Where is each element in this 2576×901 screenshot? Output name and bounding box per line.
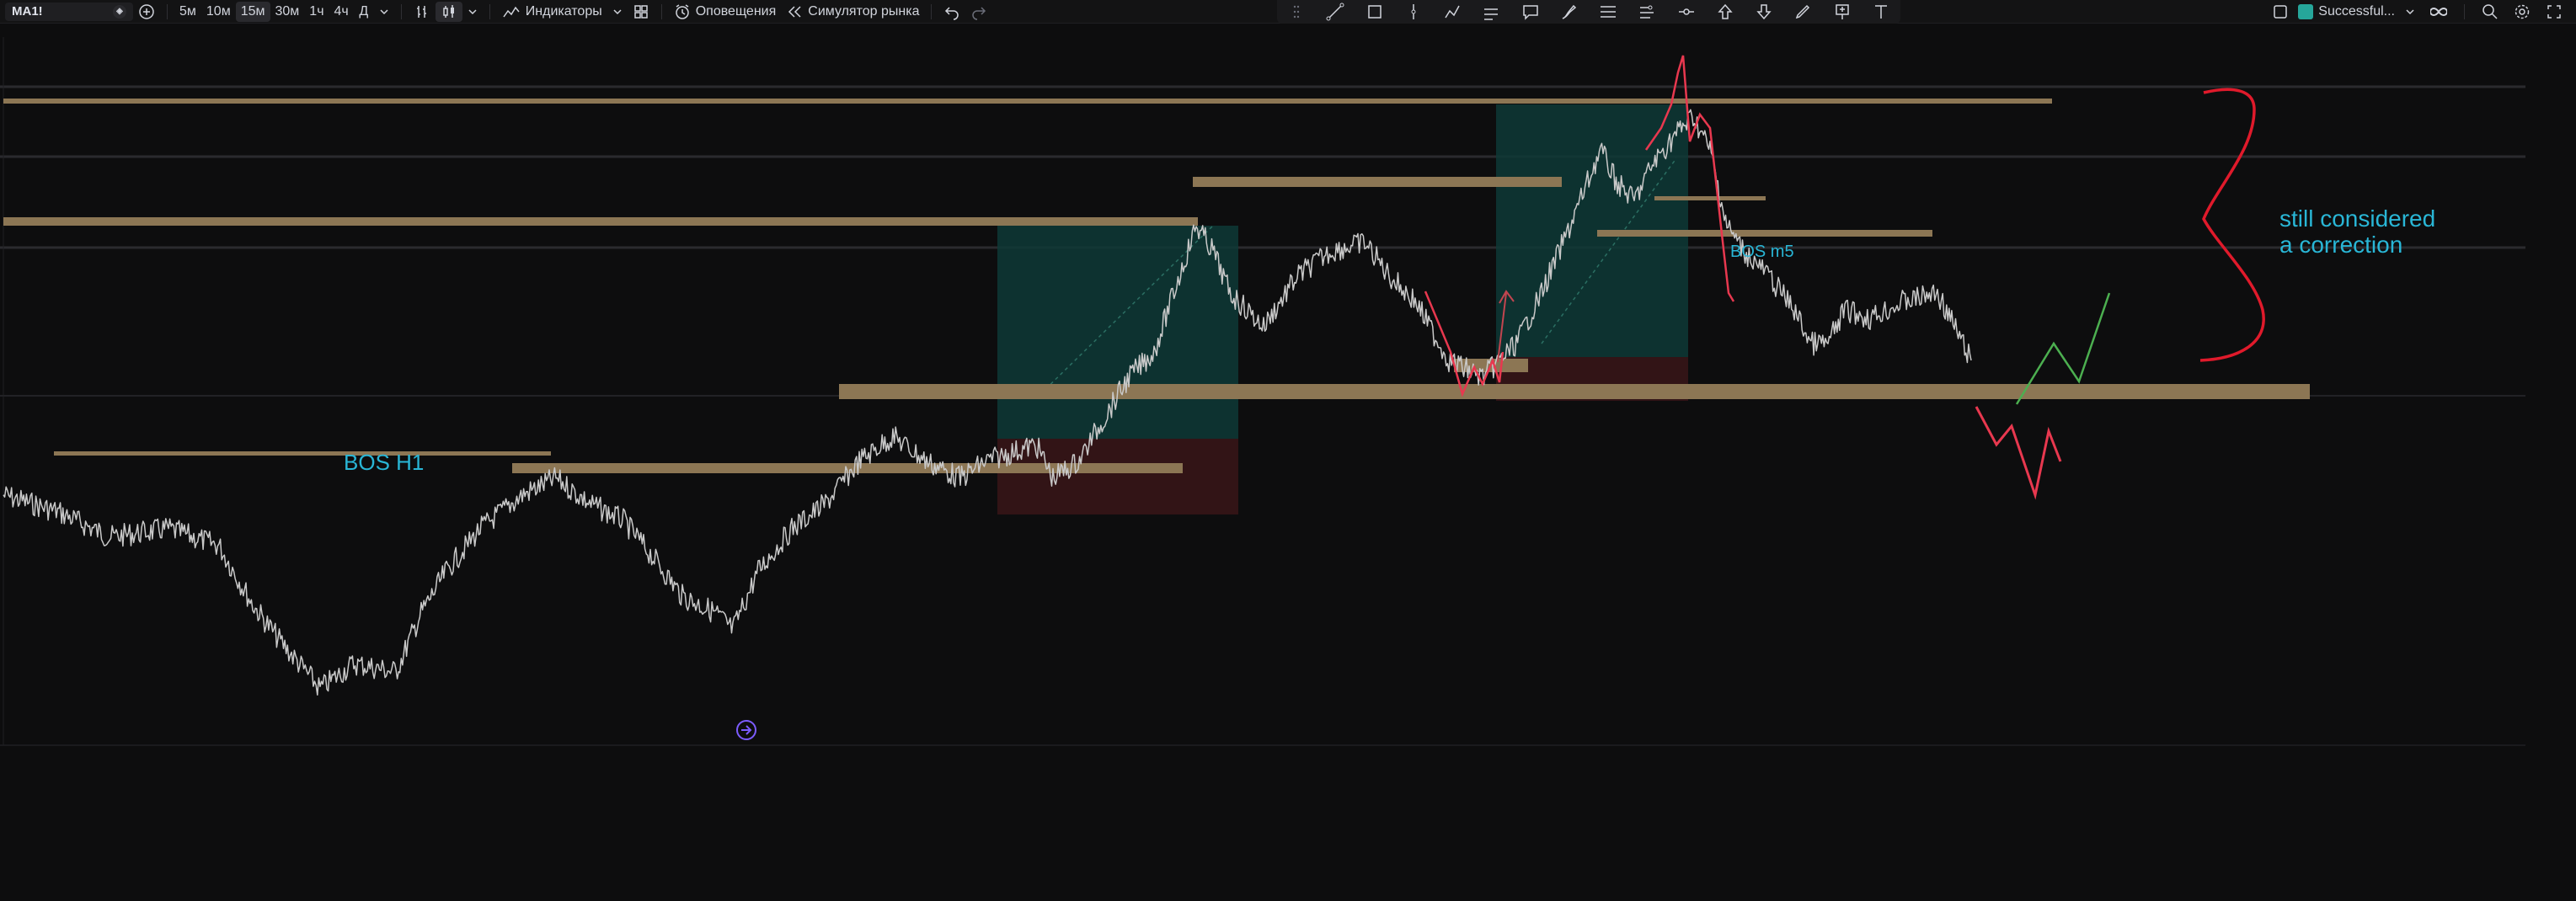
toolbar-divider <box>489 3 490 19</box>
bar-style-icon[interactable] <box>409 2 436 22</box>
right-toolbar: Successful... <box>2268 0 2576 24</box>
level-line[interactable] <box>1654 196 1766 200</box>
candles-icon[interactable] <box>435 1 462 22</box>
undo-icon[interactable] <box>938 2 965 22</box>
symbol-search[interactable]: MA1! ◈ <box>5 2 133 21</box>
vertical-line-icon[interactable] <box>1402 2 1425 22</box>
drag-handle-icon[interactable] <box>1285 2 1308 22</box>
trendline-icon[interactable] <box>1323 2 1347 22</box>
timeframe-15m[interactable]: 15м <box>235 1 270 22</box>
toolbar-divider <box>167 3 168 19</box>
chart-area[interactable]: BOS H1 BOS m5 still considered a correct… <box>0 24 2576 897</box>
alerts-label: Оповещения <box>695 3 777 19</box>
replay-icon <box>788 5 801 18</box>
level-line[interactable] <box>1597 230 1932 237</box>
replay-marker-arrow <box>741 725 752 735</box>
pen-icon[interactable] <box>1791 2 1814 22</box>
annotation-correction-line1: still considered <box>2279 205 2436 232</box>
layout-name-label: Successful... <box>2318 4 2395 19</box>
parallel-icon[interactable] <box>1479 2 1503 22</box>
symbol-group: MA1! ◈ 5м 10м 15м 30м 1ч 4ч Д Индикаторы <box>0 0 992 24</box>
replay-label: Симулятор рынка <box>808 3 920 19</box>
toolbar-divider <box>660 3 662 19</box>
arrow-down-icon[interactable] <box>1752 2 1776 22</box>
brush-icon[interactable] <box>1558 2 1581 22</box>
level-line[interactable] <box>54 451 551 456</box>
symbol-label: MA1! <box>12 4 43 19</box>
position-zones <box>997 104 1688 514</box>
timeframe-4h[interactable]: 4ч <box>329 2 354 22</box>
compare-plus-icon[interactable] <box>133 2 160 22</box>
annotation-bos-h1[interactable]: BOS H1 <box>344 450 424 475</box>
callout-icon[interactable] <box>1519 2 1542 22</box>
annotation-correction[interactable]: still considered a correction <box>2279 205 2435 258</box>
level-line[interactable] <box>1193 177 1562 187</box>
layout-logo-icon <box>2298 4 2314 19</box>
timeframe-1h[interactable]: 1ч <box>304 2 329 22</box>
pin-icon[interactable] <box>1830 2 1854 22</box>
top-toolbar: MA1! ◈ 5м 10м 15м 30м 1ч 4ч Д Индикаторы <box>0 0 2576 24</box>
arrow-up-icon[interactable] <box>1713 2 1737 22</box>
chevron-down-icon[interactable] <box>462 2 483 22</box>
level-line[interactable] <box>839 384 2310 399</box>
pitchfork-icon[interactable] <box>1635 2 1659 22</box>
chevron-down-icon[interactable] <box>2400 2 2420 22</box>
timeframe-10m[interactable]: 10м <box>201 2 236 22</box>
indicators-label: Индикаторы <box>525 3 602 19</box>
path-icon[interactable] <box>1440 2 1464 22</box>
text-icon[interactable] <box>1869 2 1893 22</box>
chevron-down-icon[interactable] <box>374 2 394 22</box>
drawn-projection-down[interactable] <box>1975 406 2062 500</box>
rectangle-icon[interactable] <box>1363 2 1387 22</box>
timeframe-5m[interactable]: 5м <box>174 2 201 22</box>
short-zone[interactable] <box>997 439 1238 514</box>
annotation-bos-m5[interactable]: BOS m5 <box>1730 239 1794 264</box>
templates-icon[interactable] <box>628 2 655 22</box>
indicators-button[interactable]: Индикаторы <box>497 2 607 22</box>
search-icon[interactable] <box>2477 2 2504 22</box>
measure-icon[interactable] <box>1675 2 1698 22</box>
layout-selector[interactable]: Successful... <box>2298 4 2395 19</box>
redo-icon[interactable] <box>965 2 992 22</box>
gear-icon[interactable] <box>2509 2 2536 22</box>
chevron-down-icon[interactable] <box>607 2 628 22</box>
alerts-button[interactable]: Оповещения <box>669 2 782 22</box>
fib-icon[interactable] <box>1596 2 1620 22</box>
level-line[interactable] <box>3 217 1198 226</box>
indicators-icon <box>503 6 520 17</box>
timeframe-d[interactable]: Д <box>354 2 374 22</box>
long-zone[interactable] <box>997 226 1238 439</box>
drawing-tools-panel <box>1277 0 1900 24</box>
toolbar-divider <box>931 3 933 19</box>
drawn-brace[interactable] <box>2199 88 2265 362</box>
checkbox-icon[interactable] <box>2268 2 2293 22</box>
symbol-info-icon[interactable]: ◈ <box>113 4 126 19</box>
infinity-icon[interactable] <box>2425 2 2452 22</box>
annotation-correction-line2: a correction <box>2279 232 2403 258</box>
alert-clock-icon <box>675 3 689 19</box>
toolbar-divider <box>400 3 402 19</box>
timeframe-30m[interactable]: 30м <box>270 2 305 22</box>
fullscreen-icon[interactable] <box>2541 2 2568 22</box>
toolbar-divider <box>2464 4 2465 19</box>
level-line[interactable] <box>3 99 2052 104</box>
replay-button[interactable]: Симулятор рынка <box>781 2 924 22</box>
